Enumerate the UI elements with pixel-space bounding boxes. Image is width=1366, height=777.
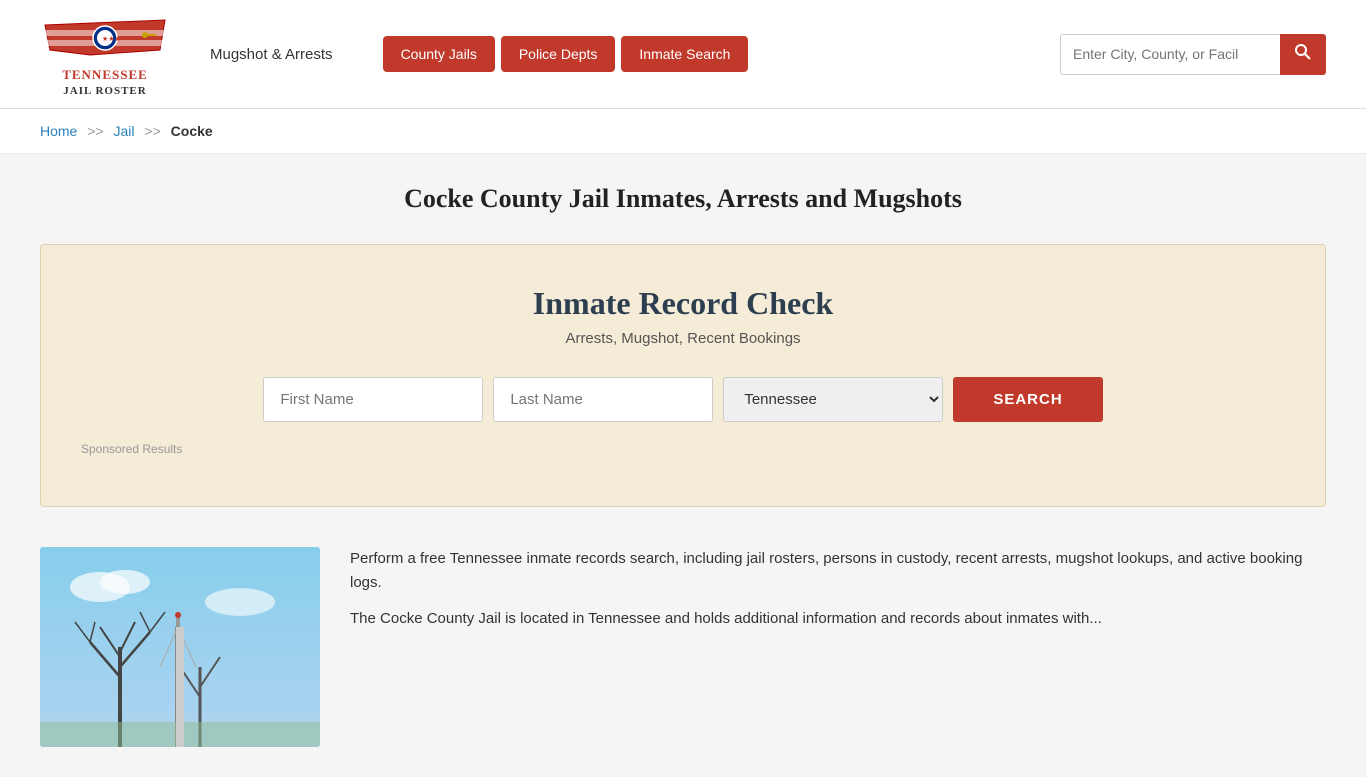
svg-text:★★★: ★★★	[102, 35, 121, 43]
state-select[interactable]: Tennessee Alabama Alaska Arizona Arkansa…	[723, 377, 943, 422]
record-check-title: Inmate Record Check	[81, 285, 1285, 322]
breadcrumb-jail[interactable]: Jail	[114, 123, 135, 139]
nav-buttons: County Jails Police Depts Inmate Search	[383, 36, 749, 72]
record-check-subtitle: Arrests, Mugshot, Recent Bookings	[81, 330, 1285, 347]
page-title: Cocke County Jail Inmates, Arrests and M…	[40, 184, 1326, 214]
breadcrumb-sep2: >>	[144, 123, 160, 139]
breadcrumb: Home >> Jail >> Cocke	[0, 109, 1366, 154]
record-search-button[interactable]: SEARCH	[953, 377, 1102, 422]
logo-text: TENNESSEE JAIL ROSTER	[62, 67, 148, 98]
bottom-paragraph-2: The Cocke County Jail is located in Tenn…	[350, 607, 1326, 631]
header-search	[1060, 34, 1326, 75]
header-search-button[interactable]	[1280, 34, 1326, 75]
site-header: ★★★ TENNESSEE JAIL ROSTER Mugshot & Arre…	[0, 0, 1366, 109]
record-check-box: Inmate Record Check Arrests, Mugshot, Re…	[40, 244, 1326, 507]
main-content: Cocke County Jail Inmates, Arrests and M…	[0, 154, 1366, 777]
bottom-paragraph-1: Perform a free Tennessee inmate records …	[350, 547, 1326, 595]
bottom-content: Perform a free Tennessee inmate records …	[40, 547, 1326, 747]
breadcrumb-sep1: >>	[87, 123, 103, 139]
location-image	[40, 547, 320, 747]
breadcrumb-home[interactable]: Home	[40, 123, 77, 139]
last-name-input[interactable]	[493, 377, 713, 422]
inmate-search-button[interactable]: Inmate Search	[621, 36, 748, 72]
search-icon	[1294, 43, 1312, 61]
location-image-svg	[40, 547, 320, 747]
county-jails-button[interactable]: County Jails	[383, 36, 495, 72]
inmate-search-form: Tennessee Alabama Alaska Arizona Arkansa…	[81, 377, 1285, 422]
bottom-text: Perform a free Tennessee inmate records …	[350, 547, 1326, 643]
logo-icon: ★★★	[40, 10, 170, 65]
police-depts-button[interactable]: Police Depts	[501, 36, 616, 72]
breadcrumb-current: Cocke	[171, 123, 213, 139]
sponsored-label: Sponsored Results	[81, 442, 1285, 456]
logo[interactable]: ★★★ TENNESSEE JAIL ROSTER	[40, 10, 170, 98]
first-name-input[interactable]	[263, 377, 483, 422]
mugshot-link[interactable]: Mugshot & Arrests	[210, 46, 333, 63]
header-search-input[interactable]	[1060, 34, 1280, 75]
